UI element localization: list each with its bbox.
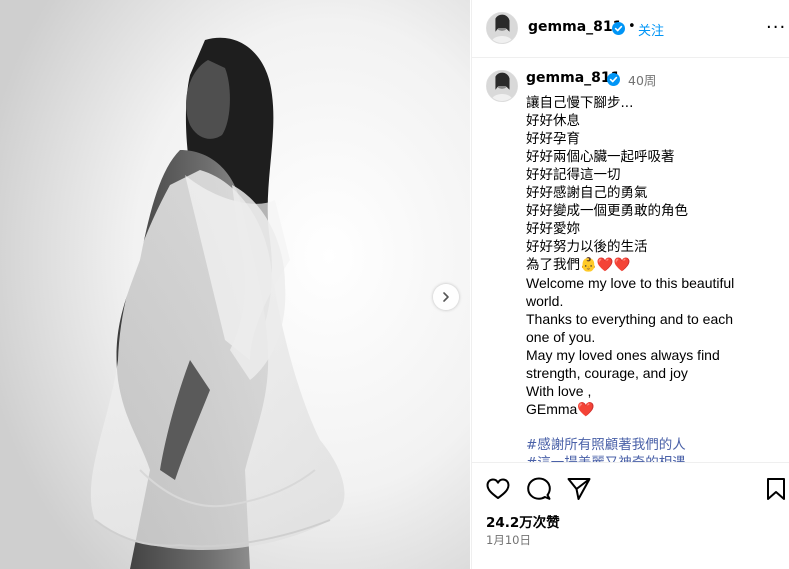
hashtag-link[interactable]: #感謝所有照顧著我們的人 [526, 436, 766, 454]
comment-icon[interactable] [526, 476, 552, 502]
caption-line: Thanks to everything and to each [526, 311, 734, 327]
post-header: gemma_811 • 关注 ··· [472, 0, 789, 58]
caption-line: one of you. [526, 329, 596, 345]
avatar[interactable] [486, 12, 518, 44]
likes-count[interactable]: 24.2万次赞 [486, 511, 560, 531]
more-options-icon[interactable]: ··· [766, 17, 786, 38]
caption-line: 好好兩個心臟一起呼吸著 [526, 149, 675, 165]
hashtag-link[interactable]: #這一場美麗又神奇的相遇 [526, 454, 766, 462]
bookmark-icon[interactable] [763, 476, 789, 502]
caption-line: May my loved ones always find [526, 347, 720, 363]
post-side-panel: gemma_811 • 关注 ··· gemma_811 40周 讓自己慢下腳步… [471, 0, 789, 569]
avatar-image [487, 71, 517, 101]
follow-button[interactable]: 关注 [638, 20, 664, 39]
caption-line: 為了我們👶❤️❤️ [526, 257, 631, 273]
comments-area[interactable]: gemma_811 40周 讓自己慢下腳步... 好好休息 好好孕育 好好兩個心… [472, 58, 789, 462]
caption-avatar[interactable] [486, 70, 518, 102]
post-time-ago: 40周 [628, 73, 657, 88]
verified-badge-icon [607, 73, 620, 86]
separator-dot: • [628, 19, 636, 34]
heart-icon[interactable] [485, 476, 511, 502]
caption-line: Welcome my love to this beautiful [526, 275, 735, 291]
caption-line: world. [526, 293, 564, 309]
post-date: 1月10日 [486, 533, 531, 547]
caption-line: 讓自己慢下腳步... [526, 95, 634, 111]
caption-line: GEmma❤️ [526, 401, 595, 417]
caption-line: strength, courage, and joy [526, 365, 688, 381]
send-icon[interactable] [566, 476, 592, 502]
caption-line: 好好努力以後的生活 [526, 239, 648, 255]
header-username[interactable]: gemma_811 [528, 19, 622, 35]
caption-line: 好好變成一個更勇敢的角色 [526, 203, 688, 219]
post-actions: 24.2万次赞 1月10日 [472, 462, 789, 569]
caption-text: 讓自己慢下腳步... 好好休息 好好孕育 好好兩個心臟一起呼吸著 好好記得這一切… [526, 94, 766, 462]
post-photo[interactable] [0, 0, 470, 569]
caption-line: With love , [526, 383, 592, 399]
post-dialog: gemma_811 • 关注 ··· gemma_811 40周 讓自己慢下腳步… [0, 0, 789, 569]
caption-line: 好好休息 [526, 113, 580, 129]
caption-line: 好好愛妳 [526, 221, 580, 237]
chevron-right-icon [443, 292, 449, 302]
caption-line: 好好孕育 [526, 131, 580, 147]
caption-line: 好好記得這一切 [526, 167, 621, 183]
photo-image [0, 0, 470, 569]
verified-badge-icon [612, 22, 625, 35]
caption-line: 好好感謝自己的勇氣 [526, 185, 648, 201]
avatar-image [487, 13, 517, 43]
next-photo-button[interactable] [433, 284, 459, 310]
